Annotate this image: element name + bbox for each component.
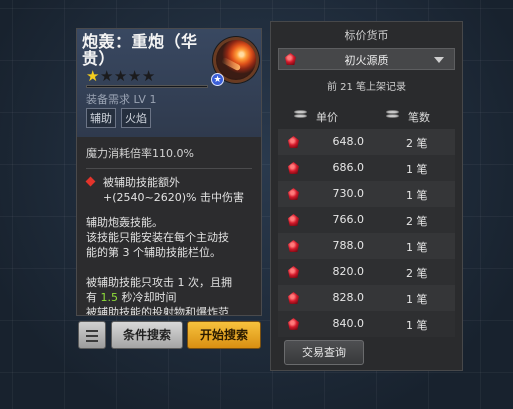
mana-multiplier: 魔力消耗倍率110.0% [86,147,194,160]
gem-body: 魔力消耗倍率110.0% 被辅助技能额外 +(2540~2620)% 击中伤害 … [77,137,261,316]
desc-line: 被辅助技能的投射物和爆炸范 [86,306,229,316]
table-row[interactable]: 730.0 1 笔 [278,181,455,207]
fire-essence-icon [288,292,299,304]
gem-quality-stars: ★★★★★ [86,67,156,85]
gem-requirement: 装备需求 LV 1 [86,93,157,106]
table-row[interactable]: 840.0 1 笔 [278,311,455,337]
gem-name: 炮轰：重炮（华贵） [82,32,198,68]
desc-line: 被辅助技能只攻击 1 次，且拥 [86,276,232,289]
listing-count: 1 笔 [406,319,428,332]
col-count: 笔数 [408,111,430,124]
trade-query-button[interactable]: 交易查询 [284,340,364,365]
listing-price: 840.0 [332,317,365,330]
listing-price: 820.0 [332,265,365,278]
gem-tooltip-card: 炮轰：重炮（华贵） ★ ★★★★★ 装备需求 LV 1 辅助 火焰 魔力消耗倍率… [76,28,262,316]
table-row[interactable]: 766.0 2 笔 [278,207,455,233]
fire-essence-icon [288,214,299,226]
listing-count: 1 笔 [406,293,428,306]
table-row[interactable]: 820.0 2 笔 [278,259,455,285]
listing-price: 730.0 [332,187,365,200]
gem-tags: 辅助 火焰 [86,108,151,128]
modifier-diamond-icon [85,176,96,187]
listing-price: 766.0 [332,213,365,226]
listing-price: 828.0 [332,291,365,304]
star-empty-icon: ★ [127,67,142,85]
listing-count: 1 笔 [406,189,428,202]
fire-essence-icon [288,266,299,278]
corrupted-star-badge-icon: ★ [211,73,224,86]
col-price: 单价 [316,111,338,124]
gem-level-bar [86,85,208,88]
star-filled-icon: ★ [86,67,100,85]
listing-price: 648.0 [332,135,365,148]
fire-essence-icon [288,188,299,200]
listing-price: 686.0 [332,161,365,174]
modifier-line: +(2540~2620)% 击中伤害 [103,191,244,204]
star-empty-icon: ★ [141,67,156,85]
currency-dropdown[interactable]: 初火源质 [278,48,455,70]
record-count: 前 21 笔上架记录 [326,82,407,93]
cooldown-value: 1.5 [100,291,119,304]
gem-modifier: 被辅助技能额外 +(2540~2620)% 击中伤害 [85,175,252,205]
currency-selected: 初火源质 [344,54,389,67]
table-row[interactable]: 828.0 1 笔 [278,285,455,311]
gem-description: 辅助炮轰技能。 该技能只能安装在每个主动技 能的第 3 个辅助技能栏位。 被辅助… [86,215,252,316]
desc-line: 辅助炮轰技能。 [86,216,163,229]
listing-price: 788.0 [332,239,365,252]
condition-search-button[interactable]: 条件搜索 [111,321,183,349]
listing-count: 1 笔 [406,163,428,176]
divider [86,168,252,169]
desc-line: 该技能只能安装在每个主动技 [86,231,229,244]
listing-count: 1 笔 [406,241,428,254]
table-row[interactable]: 788.0 1 笔 [278,233,455,259]
layer-stack-icon [386,110,399,121]
listing-count: 2 笔 [406,137,428,150]
gem-tag: 辅助 [86,108,116,128]
start-search-button[interactable]: 开始搜索 [187,321,261,349]
listing-count: 2 笔 [406,267,428,280]
gem-tag: 火焰 [121,108,151,128]
price-panel: 标价货币 初火源质 前 21 笔上架记录 单价 笔数 648.0 2 笔 686.… [270,21,463,371]
desc-line: 有 1.5 秒冷却时间 [86,291,177,304]
menu-button[interactable] [78,321,106,349]
coin-stack-icon [294,110,307,121]
fire-essence-icon [288,162,299,174]
chevron-down-icon [434,57,444,63]
table-header: 单价 笔数 [278,104,455,126]
table-row[interactable]: 648.0 2 笔 [278,129,455,155]
star-empty-icon: ★ [113,67,128,85]
fire-essence-icon [288,240,299,252]
modifier-line: 被辅助技能额外 [103,176,180,189]
listing-count: 2 笔 [406,215,428,228]
desc-line: 能的第 3 个辅助技能栏位。 [86,246,221,259]
table-row[interactable]: 686.0 1 笔 [278,155,455,181]
star-empty-icon: ★ [99,67,114,85]
fire-essence-icon [288,136,299,148]
gem-header: 炮轰：重炮（华贵） ★ ★★★★★ 装备需求 LV 1 辅助 火焰 [77,29,261,137]
listing-table: 648.0 2 笔 686.0 1 笔 730.0 1 笔 766.0 2 笔 788.… [278,129,455,337]
fire-essence-icon [288,318,299,330]
panel-title: 标价货币 [344,29,389,42]
